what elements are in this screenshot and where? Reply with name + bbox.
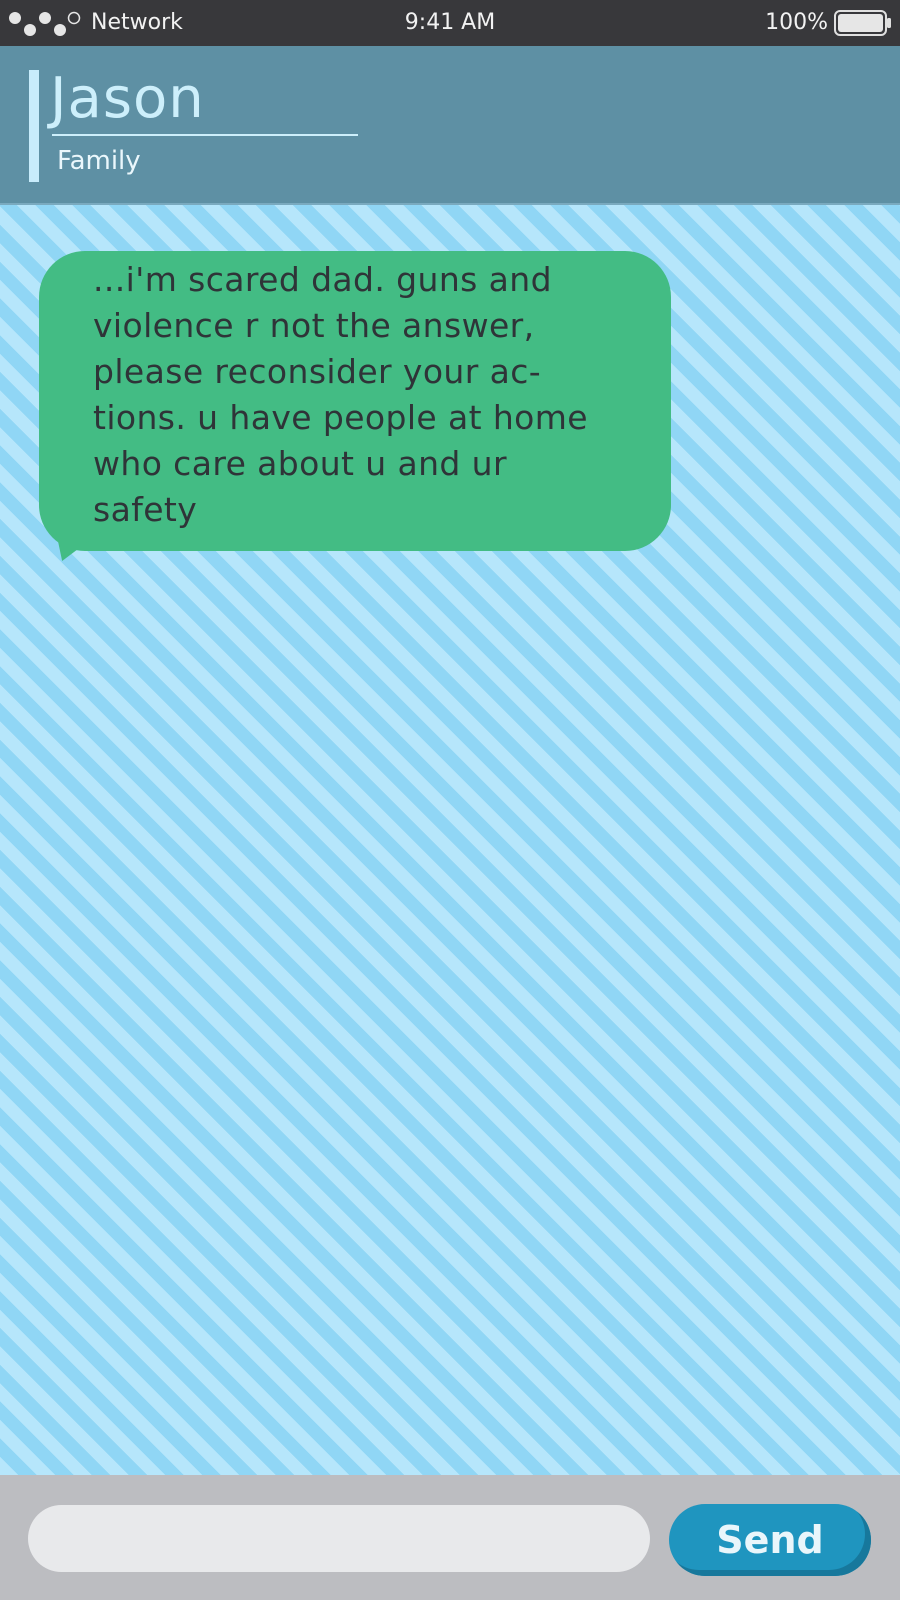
send-button[interactable]: Send	[669, 1504, 871, 1576]
contact-name: Jason	[50, 66, 205, 131]
message-text: ...i'm scared dad. guns and violence r n…	[93, 260, 589, 529]
message-thread[interactable]: ...i'm scared dad. guns and violence r n…	[0, 205, 900, 1475]
name-divider	[52, 134, 358, 136]
message-input[interactable]	[28, 1505, 650, 1572]
status-bar: Network 9:41 AM 100%	[0, 0, 900, 46]
bubble-tail	[46, 531, 102, 561]
battery-fill	[838, 14, 883, 32]
battery-percent: 100%	[765, 10, 828, 35]
header-accent-bar	[29, 70, 39, 182]
battery-icon	[834, 10, 891, 36]
composer-bar: Send	[0, 1475, 900, 1600]
contact-header: Jason Family	[0, 46, 900, 205]
message-bubble[interactable]: ...i'm scared dad. guns and violence r n…	[39, 251, 671, 561]
contact-group: Family	[57, 146, 141, 176]
